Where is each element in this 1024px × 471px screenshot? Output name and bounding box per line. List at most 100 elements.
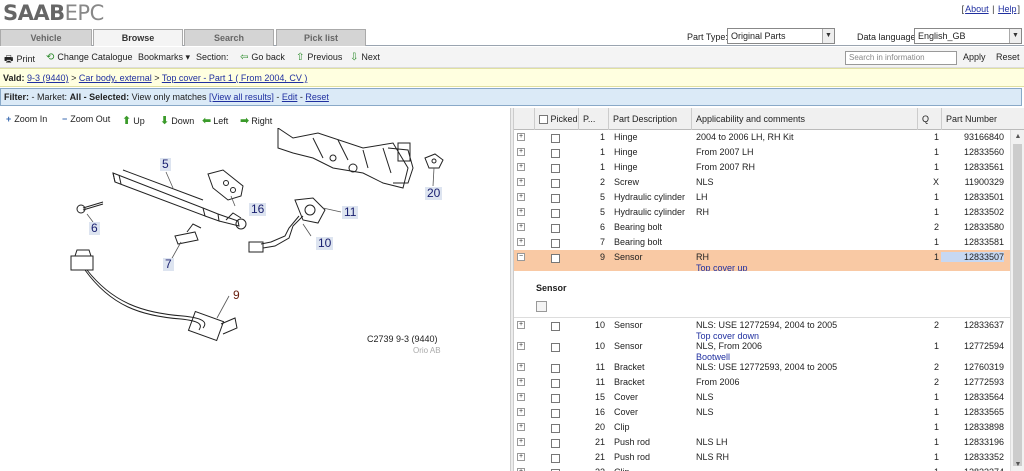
row-part-number[interactable]: 12760319 xyxy=(941,362,1004,372)
table-row[interactable]: +22Clip112833374 xyxy=(514,465,1010,471)
row-part-number[interactable]: 12833580 xyxy=(941,222,1004,232)
parts-diagram[interactable]: 5 6 7 9 10 11 16 20 xyxy=(63,128,448,356)
pick-checkbox[interactable] xyxy=(551,239,560,249)
table-row[interactable]: +1 Hinge From 2007 RH 1 12833561 xyxy=(514,160,1010,175)
expand-icon[interactable]: + xyxy=(517,133,525,141)
expand-icon[interactable]: + xyxy=(517,163,525,171)
row-part-number[interactable]: 12833581 xyxy=(941,237,1004,247)
pick-checkbox[interactable] xyxy=(551,209,560,219)
pick-checkbox[interactable] xyxy=(551,343,560,353)
callout-16[interactable]: 16 xyxy=(249,203,267,216)
header-position[interactable]: P... xyxy=(578,108,608,130)
expand-icon[interactable]: + xyxy=(517,238,525,246)
expand-icon[interactable]: + xyxy=(517,148,525,156)
expand-icon[interactable]: + xyxy=(517,423,525,431)
pan-right-button[interactable]: ➡ Right xyxy=(240,114,272,127)
table-row[interactable]: +7 Bearing bolt 1 12833581 xyxy=(514,235,1010,250)
pick-checkbox[interactable] xyxy=(551,134,560,144)
row-part-number[interactable]: 12772593 xyxy=(941,377,1004,387)
tab-pick-list[interactable]: Pick list xyxy=(276,29,366,46)
table-row[interactable]: −9 Sensor RH Top cover up 1 12833507 xyxy=(514,250,1010,273)
expand-icon[interactable]: + xyxy=(517,223,525,231)
callout-10[interactable]: 10 xyxy=(316,237,334,250)
header-part-description[interactable]: Part Description xyxy=(608,108,691,130)
table-row[interactable]: +20 Clip 1 12833898 xyxy=(514,420,1010,435)
expand-icon[interactable]: + xyxy=(517,193,525,201)
part-type-select[interactable]: Original Parts ▼ xyxy=(727,28,835,44)
row-part-number[interactable]: 93166840 xyxy=(941,132,1004,142)
pick-checkbox[interactable] xyxy=(551,409,560,419)
apply-button[interactable]: Apply xyxy=(963,52,986,62)
collapse-icon[interactable]: − xyxy=(517,253,525,261)
row-part-number[interactable]: 12833565 xyxy=(941,407,1004,417)
callout-11[interactable]: 11 xyxy=(342,206,359,219)
row-part-number[interactable]: 11900329 xyxy=(941,177,1004,187)
expand-icon[interactable]: + xyxy=(517,393,525,401)
table-row[interactable]: +5 Hydraulic cylinder RH 1 12833502 xyxy=(514,205,1010,220)
header-applicability[interactable]: Applicability and comments xyxy=(691,108,917,130)
header-quantity[interactable]: Q xyxy=(917,108,941,130)
row-part-number[interactable]: 12833352 xyxy=(941,452,1004,462)
pick-checkbox[interactable] xyxy=(551,424,560,434)
filter-reset-link[interactable]: Reset xyxy=(305,92,329,102)
row-part-number[interactable]: 12833501 xyxy=(941,192,1004,202)
view-all-results-link[interactable]: [View all results] xyxy=(209,92,274,102)
row-part-number[interactable]: 12833898 xyxy=(941,422,1004,432)
table-row[interactable]: +2 Screw NLS X 11900329 xyxy=(514,175,1010,190)
table-row[interactable]: +21 Push rod NLS LH 1 12833196 xyxy=(514,435,1010,450)
expand-icon[interactable]: + xyxy=(517,453,525,461)
expand-icon[interactable]: + xyxy=(517,378,525,386)
scroll-up-icon[interactable]: ▲ xyxy=(1011,130,1024,143)
pick-checkbox[interactable] xyxy=(551,322,560,332)
pan-up-button[interactable]: ⬆ Up xyxy=(122,114,145,127)
zoom-in-button[interactable]: + Zoom In xyxy=(6,114,47,124)
tab-browse[interactable]: Browse xyxy=(93,29,183,46)
pick-checkbox[interactable] xyxy=(551,194,560,204)
print-button[interactable]: 🖶 Print xyxy=(4,52,35,69)
pick-checkbox[interactable] xyxy=(551,454,560,464)
pick-checkbox[interactable] xyxy=(551,439,560,449)
pick-checkbox[interactable] xyxy=(551,364,560,374)
pick-checkbox[interactable] xyxy=(551,224,560,234)
header-picked[interactable]: Picked xyxy=(534,108,578,130)
pan-down-button[interactable]: ⬇ Down xyxy=(160,114,194,127)
table-row[interactable]: +6 Bearing bolt 2 12833580 xyxy=(514,220,1010,235)
table-row[interactable]: +5 Hydraulic cylinder LH 1 12833501 xyxy=(514,190,1010,205)
about-link[interactable]: About xyxy=(965,4,989,14)
data-language-select[interactable]: English_GB ▼ xyxy=(914,28,1022,44)
callout-6[interactable]: 6 xyxy=(89,222,100,235)
expand-icon[interactable]: + xyxy=(517,178,525,186)
expand-icon[interactable]: + xyxy=(517,438,525,446)
callout-9[interactable]: 9 xyxy=(231,289,242,302)
expand-icon[interactable]: + xyxy=(517,342,525,350)
table-row[interactable]: +16 Cover NLS 1 12833565 xyxy=(514,405,1010,420)
breadcrumb-model[interactable]: 9-3 (9440) xyxy=(27,73,69,83)
row-part-number[interactable]: 12833507 xyxy=(941,252,1004,262)
tab-search[interactable]: Search xyxy=(184,29,274,46)
bookmarks-menu[interactable]: Bookmarks ▾ xyxy=(138,52,190,63)
header-part-number[interactable]: Part Number xyxy=(941,108,1010,130)
row-part-number[interactable]: 12833502 xyxy=(941,207,1004,217)
row-part-number[interactable]: 12833374 xyxy=(941,467,1004,471)
go-back-button[interactable]: ⇦ Go back xyxy=(240,52,285,63)
previous-button[interactable]: ⇧ Previous xyxy=(296,52,342,63)
callout-5[interactable]: 5 xyxy=(160,158,171,171)
scroll-down-icon[interactable]: ▼ xyxy=(1011,458,1024,471)
expand-icon[interactable]: + xyxy=(517,363,525,371)
table-row[interactable]: +15 Cover NLS 1 12833564 xyxy=(514,390,1010,405)
table-row[interactable]: +10 Sensor NLS, From 2006 Bootwell 1 12772594 xyxy=(514,339,1010,362)
expand-icon[interactable]: + xyxy=(517,208,525,216)
callout-7[interactable]: 7 xyxy=(163,258,174,271)
filter-edit-link[interactable]: Edit xyxy=(282,92,298,102)
row-part-number[interactable]: 12833560 xyxy=(941,147,1004,157)
scroll-thumb[interactable] xyxy=(1013,144,1022,466)
pick-checkbox[interactable] xyxy=(551,179,560,189)
row-part-number[interactable]: 12833564 xyxy=(941,392,1004,402)
breadcrumb-group[interactable]: Top cover - Part 1 ( From 2004, CV ) xyxy=(162,73,308,83)
table-row[interactable]: +11 Bracket From 2006 2 12772593 xyxy=(514,375,1010,390)
pick-checkbox[interactable] xyxy=(551,379,560,389)
pan-left-button[interactable]: ⬅ Left xyxy=(202,114,228,127)
row-part-number[interactable]: 12833196 xyxy=(941,437,1004,447)
table-row[interactable]: +10 Sensor NLS: USE 12772594, 2004 to 2005… xyxy=(514,318,1010,341)
table-row[interactable]: +21 Push rod NLS RH 1 12833352 xyxy=(514,450,1010,465)
